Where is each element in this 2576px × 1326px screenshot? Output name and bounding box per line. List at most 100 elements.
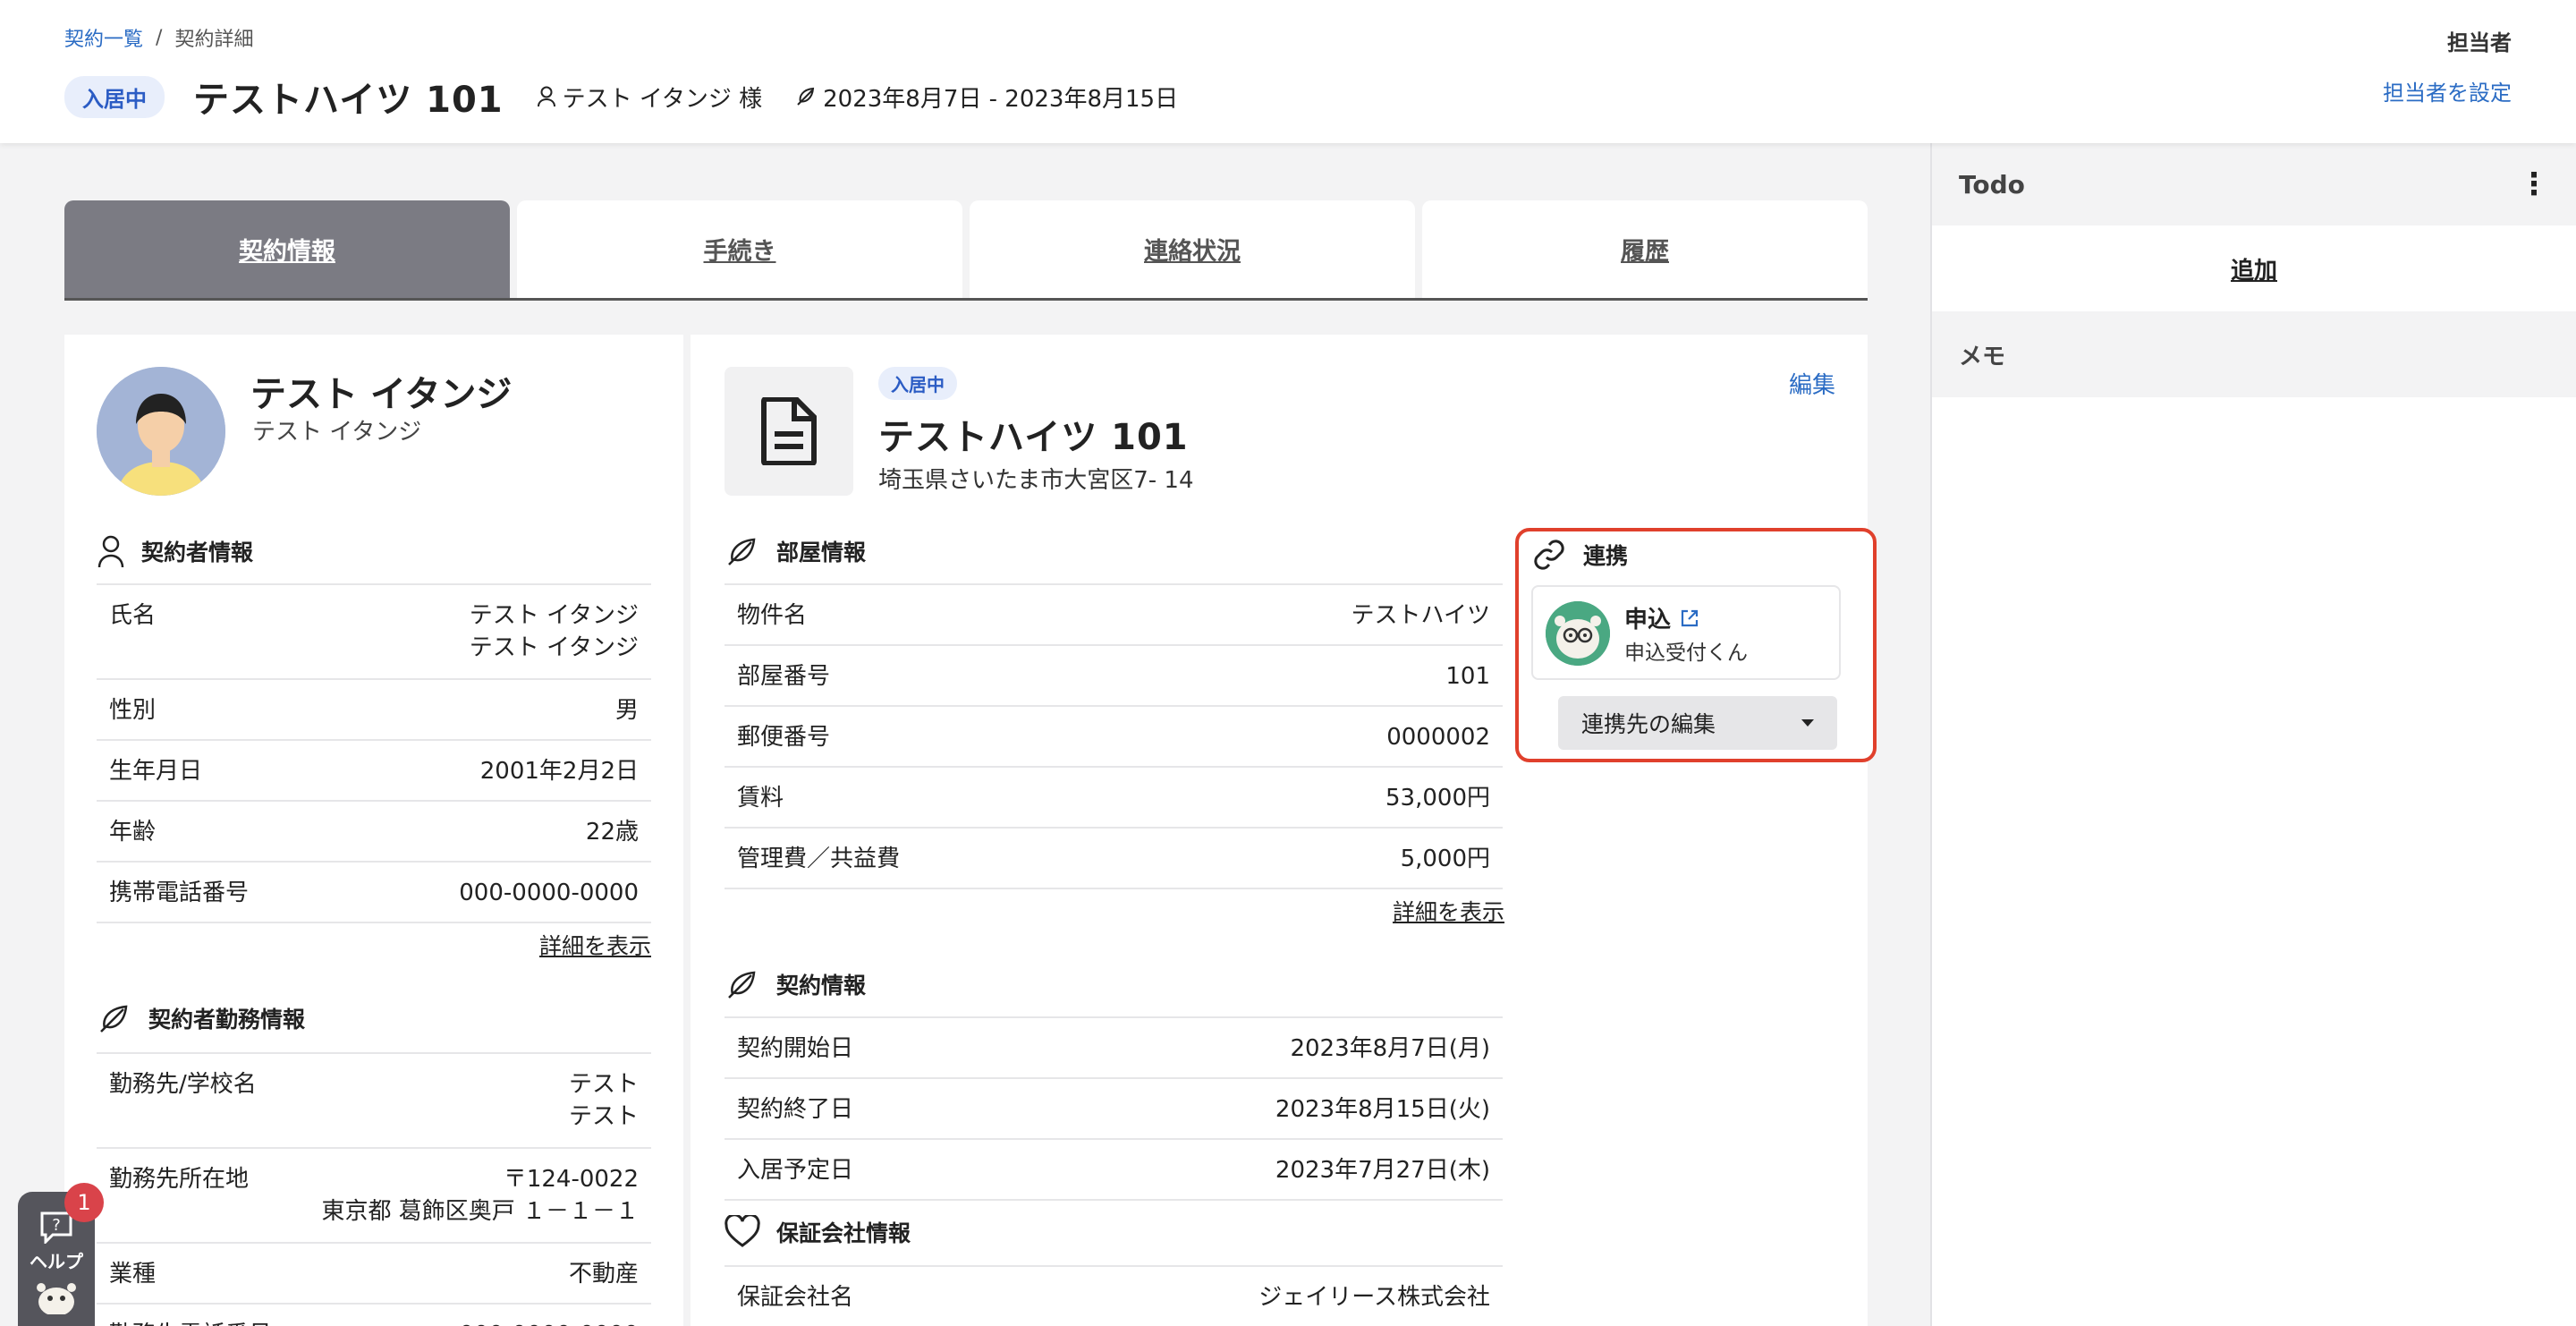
person-avatar-icon bbox=[97, 367, 225, 496]
row-value: テスト テスト bbox=[568, 1071, 639, 1130]
row-value: 2023年7月27日(木) bbox=[1275, 1157, 1490, 1184]
row-value: 男 bbox=[614, 697, 639, 724]
breadcrumb: 契約一覧 / 契約詳細 bbox=[64, 23, 253, 52]
table-row: 契約終了日 2023年8月15日(火) bbox=[724, 1079, 1503, 1140]
person-icon bbox=[97, 535, 124, 568]
todo-add-button[interactable]: 追加 bbox=[1932, 225, 2576, 311]
tab-contact-status[interactable]: 連絡状況 bbox=[970, 200, 1415, 298]
row-value: テスト イタンジ テスト イタンジ bbox=[469, 602, 639, 661]
row-value: 000-0000-0000 bbox=[459, 1319, 639, 1326]
page-header: 契約一覧 / 契約詳細 入居中 テストハイツ 101 テスト イタンジ 様 20… bbox=[0, 0, 2576, 143]
table-row: 賃料 53,000円 bbox=[724, 768, 1503, 829]
tab-contract-info[interactable]: 契約情報 bbox=[64, 200, 510, 298]
table-row: 勤務先/学校名 テスト テスト bbox=[97, 1054, 651, 1149]
period-meta: 2023年8月7日 - 2023年8月15日 bbox=[794, 81, 1178, 114]
document-tile bbox=[724, 367, 853, 496]
set-assignee-link[interactable]: 担当者を設定 bbox=[2383, 75, 2512, 106]
contract-period: 2023年8月7日 - 2023年8月15日 bbox=[823, 85, 1179, 113]
assignee-label: 担当者 bbox=[2447, 30, 2512, 55]
table-row: 郵便番号 0000002 bbox=[724, 707, 1503, 768]
row-value: 0000002 bbox=[1386, 724, 1490, 751]
row-value: 22歳 bbox=[585, 819, 639, 846]
property-address: 埼玉県さいたま市大宮区7- 14 bbox=[878, 467, 1194, 494]
feather-icon bbox=[797, 87, 815, 106]
room-table: 物件名 テストハイツ 部屋番号 101 郵便番号 0000002 賃料 53,000円 … bbox=[724, 583, 1503, 889]
right-sidebar: Todo ⋮ 追加 メモ bbox=[1930, 143, 2576, 1326]
row-value: ジェイリース株式会社 bbox=[1258, 1284, 1490, 1311]
table-row: 契約開始日 2023年8月7日(月) bbox=[724, 1018, 1503, 1079]
row-key: 部屋番号 bbox=[737, 663, 831, 690]
breadcrumb-separator: / bbox=[156, 26, 163, 49]
row-key: 契約終了日 bbox=[737, 1096, 854, 1123]
memo-header: メモ bbox=[1932, 311, 2576, 397]
integration-panel: 連携 申込 申込受付くん 連携先の編集 bbox=[1515, 528, 1877, 762]
tenant-name: テスト イタンジ 様 bbox=[562, 85, 763, 113]
work-section-title: 契約者勤務情報 bbox=[97, 1000, 305, 1036]
app-subtitle: 申込受付くん bbox=[1624, 642, 1748, 665]
row-key: 郵便番号 bbox=[737, 724, 831, 751]
breadcrumb-contract-list[interactable]: 契約一覧 bbox=[64, 23, 143, 52]
edit-integration-dropdown[interactable]: 連携先の編集 bbox=[1558, 696, 1837, 750]
row-value: 2023年8月15日(火) bbox=[1275, 1096, 1490, 1123]
contract-section-label: 契約情報 bbox=[776, 973, 867, 999]
integration-app-card[interactable]: 申込 申込受付くん bbox=[1531, 585, 1841, 680]
row-key: 業種 bbox=[109, 1261, 157, 1288]
tenant-meta: テスト イタンジ 様 bbox=[536, 81, 763, 114]
row-value: 53,000円 bbox=[1385, 785, 1490, 812]
table-row: 業種 不動産 bbox=[97, 1244, 651, 1305]
app-name-text: 申込 bbox=[1624, 607, 1672, 633]
row-key: 入居予定日 bbox=[737, 1157, 854, 1184]
guarantor-section-title: 保証会社情報 bbox=[724, 1215, 911, 1249]
contract-section-title: 契約情報 bbox=[724, 966, 866, 1002]
page-title: テストハイツ 101 bbox=[193, 80, 504, 121]
work-section-label: 契約者勤務情報 bbox=[148, 1007, 306, 1033]
row-key: 生年月日 bbox=[109, 758, 203, 785]
caret-down-icon bbox=[1801, 719, 1814, 727]
integration-label: 連携 bbox=[1583, 543, 1629, 569]
table-row: 勤務先所在地 〒124-0022 東京都 葛飾区奥戸 １－１－１ bbox=[97, 1149, 651, 1244]
table-row: 保証会社名 ジェイリース株式会社 bbox=[724, 1267, 1503, 1326]
contract-table: 契約開始日 2023年8月7日(月) 契約終了日 2023年8月15日(火) 入居予… bbox=[724, 1016, 1503, 1201]
row-key: 氏名 bbox=[109, 602, 157, 629]
tab-history[interactable]: 履歴 bbox=[1422, 200, 1868, 298]
table-row: 管理費／共益費 5,000円 bbox=[724, 829, 1503, 889]
feather-icon bbox=[728, 971, 756, 999]
feather-icon bbox=[728, 538, 756, 565]
external-link-icon[interactable] bbox=[1680, 608, 1699, 628]
room-more-link[interactable]: 詳細を表示 bbox=[1393, 895, 1504, 927]
mascot-icon bbox=[37, 1283, 76, 1314]
app-mascot-icon bbox=[1546, 601, 1610, 666]
row-key: 物件名 bbox=[737, 602, 808, 629]
contractor-section-label: 契約者情報 bbox=[141, 540, 254, 565]
row-value: 101 bbox=[1445, 663, 1490, 690]
table-row: 性別 男 bbox=[97, 680, 651, 741]
contractor-more-link[interactable]: 詳細を表示 bbox=[539, 929, 651, 961]
row-value: 5,000円 bbox=[1400, 846, 1490, 872]
todo-header: Todo ⋮ bbox=[1932, 143, 2576, 225]
row-key: 携帯電話番号 bbox=[109, 880, 250, 906]
row-key: 保証会社名 bbox=[737, 1284, 854, 1311]
room-section-title: 部屋情報 bbox=[724, 533, 866, 569]
row-value: 2023年8月7日(月) bbox=[1290, 1035, 1490, 1062]
heart-icon bbox=[724, 1215, 760, 1247]
row-key: 管理費／共益費 bbox=[737, 846, 901, 872]
row-key: 勤務先/学校名 bbox=[109, 1071, 257, 1098]
row-key: 年齢 bbox=[109, 819, 157, 846]
table-row: 携帯電話番号 000-0000-0000 bbox=[97, 863, 651, 923]
link-icon bbox=[1534, 540, 1564, 570]
table-row: 入居予定日 2023年7月27日(木) bbox=[724, 1140, 1503, 1201]
table-row: 物件名 テストハイツ bbox=[724, 585, 1503, 646]
status-badge: 入居中 bbox=[64, 75, 165, 118]
person-kana: テスト イタンジ bbox=[252, 419, 422, 446]
todo-title: Todo bbox=[1959, 169, 2025, 200]
guarantor-table: 保証会社名 ジェイリース株式会社 bbox=[724, 1265, 1503, 1326]
row-key: 賃料 bbox=[737, 785, 784, 812]
tab-procedures[interactable]: 手続き bbox=[517, 200, 962, 298]
contractor-card: テスト イタンジ テスト イタンジ 契約者情報 氏名 テスト イタンジ テスト イ… bbox=[64, 335, 683, 1326]
property-status-badge: 入居中 bbox=[878, 367, 957, 400]
avatar bbox=[97, 367, 225, 496]
more-vert-icon[interactable]: ⋮ bbox=[2519, 166, 2549, 202]
edit-property-link[interactable]: 編集 bbox=[1789, 367, 1835, 400]
person-name: テスト イタンジ bbox=[250, 374, 513, 415]
svg-text:?: ? bbox=[52, 1216, 61, 1235]
